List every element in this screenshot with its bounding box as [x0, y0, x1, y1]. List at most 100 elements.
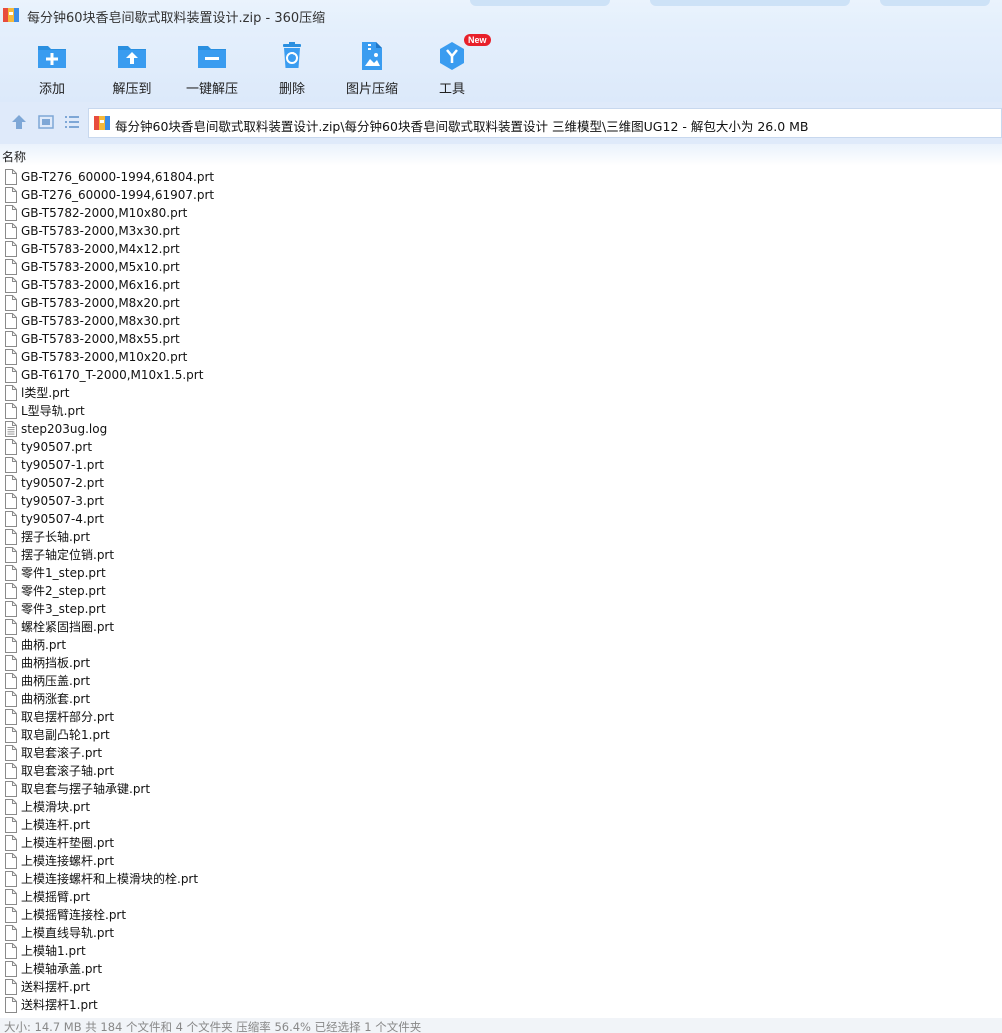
- file-row[interactable]: L型导轨.prt: [0, 402, 1002, 420]
- add-button-label: 添加: [38, 82, 65, 97]
- file-row[interactable]: 上模摇臂.prt: [0, 888, 1002, 906]
- file-row[interactable]: 上模连接螺杆和上模滑块的栓.prt: [0, 870, 1002, 888]
- file-name: 上模摇臂.prt: [21, 890, 91, 904]
- file-row[interactable]: 上模摇臂连接栓.prt: [0, 906, 1002, 924]
- address-bar[interactable]: 每分钟60块香皂间歇式取料装置设计.zip\每分钟60块香皂间歇式取料装置设计 …: [88, 108, 1002, 138]
- tools-button[interactable]: New 工具: [412, 34, 492, 98]
- file-row[interactable]: l类型.prt: [0, 384, 1002, 402]
- file-row[interactable]: GB-T5783-2000,M8x30.prt: [0, 312, 1002, 330]
- file-name: 曲柄涨套.prt: [21, 692, 91, 706]
- file-row[interactable]: 上模轴1.prt: [0, 942, 1002, 960]
- file-row[interactable]: 送料摆杆1.prt: [0, 996, 1002, 1014]
- file-name: 取皂套滚子.prt: [21, 746, 103, 760]
- file-name: ty90507-2.prt: [21, 476, 105, 490]
- file-row[interactable]: GB-T5783-2000,M4x12.prt: [0, 240, 1002, 258]
- delete-button[interactable]: 删除: [252, 38, 332, 98]
- file-row[interactable]: 上模轴承盖.prt: [0, 960, 1002, 978]
- file-icon: [5, 925, 17, 941]
- extract-to-icon: [118, 46, 146, 68]
- file-row[interactable]: 摆子轴定位销.prt: [0, 546, 1002, 564]
- file-row[interactable]: GB-T5783-2000,M8x55.prt: [0, 330, 1002, 348]
- file-row[interactable]: GB-T5783-2000,M3x30.prt: [0, 222, 1002, 240]
- tools-button-label: 工具: [438, 82, 465, 97]
- file-row[interactable]: 零件1_step.prt: [0, 564, 1002, 582]
- file-name: GB-T6170_T-2000,M10x1.5.prt: [21, 368, 204, 382]
- file-row[interactable]: 零件3_step.prt: [0, 600, 1002, 618]
- file-row[interactable]: 取皂套与摆子轴承键.prt: [0, 780, 1002, 798]
- delete-button-label: 删除: [278, 82, 305, 97]
- extract-to-button[interactable]: 解压到: [92, 38, 172, 98]
- file-row[interactable]: GB-T5782-2000,M10x80.prt: [0, 204, 1002, 222]
- file-name: 摆子轴定位销.prt: [21, 548, 115, 562]
- file-row[interactable]: ty90507-4.prt: [0, 510, 1002, 528]
- file-name: 送料摆杆1.prt: [21, 998, 98, 1012]
- file-name: ty90507.prt: [21, 440, 93, 454]
- add-icon: [38, 46, 66, 68]
- file-icon: [5, 853, 17, 869]
- file-icon: [5, 763, 17, 779]
- up-arrow-icon[interactable]: [10, 113, 28, 131]
- file-icon: [5, 835, 17, 851]
- file-row[interactable]: 曲柄涨套.prt: [0, 690, 1002, 708]
- file-row[interactable]: ty90507-3.prt: [0, 492, 1002, 510]
- file-icon: [5, 169, 17, 185]
- file-name: GB-T5783-2000,M10x20.prt: [21, 350, 188, 364]
- file-name: 取皂套滚子轴.prt: [21, 764, 115, 778]
- file-row[interactable]: GB-T5783-2000,M10x20.prt: [0, 348, 1002, 366]
- file-name: 取皂摆杆部分.prt: [21, 710, 115, 724]
- file-row[interactable]: 取皂套滚子轴.prt: [0, 762, 1002, 780]
- file-row[interactable]: step203ug.log: [0, 420, 1002, 438]
- file-name: 上模滑块.prt: [21, 800, 91, 814]
- file-row[interactable]: ty90507-1.prt: [0, 456, 1002, 474]
- file-name: ty90507-4.prt: [21, 512, 105, 526]
- file-name: 曲柄压盖.prt: [21, 674, 91, 688]
- file-row[interactable]: GB-T5783-2000,M5x10.prt: [0, 258, 1002, 276]
- file-row[interactable]: 取皂摆杆部分.prt: [0, 708, 1002, 726]
- file-row[interactable]: 送料摆杆.prt: [0, 978, 1002, 996]
- file-row[interactable]: 上模滑块.prt: [0, 798, 1002, 816]
- file-row[interactable]: 零件2_step.prt: [0, 582, 1002, 600]
- file-row[interactable]: 曲柄.prt: [0, 636, 1002, 654]
- file-icon: [5, 943, 17, 959]
- add-button[interactable]: 添加: [12, 38, 92, 98]
- file-name: l类型.prt: [21, 386, 70, 400]
- file-row[interactable]: ty90507-2.prt: [0, 474, 1002, 492]
- file-icon: [5, 799, 17, 815]
- list-view-icon[interactable]: [63, 113, 81, 131]
- file-icon: [5, 511, 17, 527]
- file-row[interactable]: GB-T6170_T-2000,M10x1.5.prt: [0, 366, 1002, 384]
- file-icon: [5, 313, 17, 329]
- file-row[interactable]: 曲柄压盖.prt: [0, 672, 1002, 690]
- file-name: 取皂副凸轮1.prt: [21, 728, 110, 742]
- file-name: 上模轴1.prt: [21, 944, 86, 958]
- file-row[interactable]: GB-T5783-2000,M8x20.prt: [0, 294, 1002, 312]
- file-icon: [5, 457, 17, 473]
- file-icon: [5, 961, 17, 977]
- image-compress-button[interactable]: 图片压缩: [332, 38, 412, 98]
- file-row[interactable]: 上模直线导轨.prt: [0, 924, 1002, 942]
- file-row[interactable]: 曲柄挡板.prt: [0, 654, 1002, 672]
- file-icon: [5, 655, 17, 671]
- file-row[interactable]: 取皂副凸轮1.prt: [0, 726, 1002, 744]
- file-icon: [5, 871, 17, 887]
- file-name: 上模连接螺杆.prt: [21, 854, 115, 868]
- file-icon: [5, 259, 17, 275]
- file-row[interactable]: 上模连杆垫圈.prt: [0, 834, 1002, 852]
- thumbnail-view-icon[interactable]: [37, 113, 55, 131]
- file-row[interactable]: GB-T5783-2000,M6x16.prt: [0, 276, 1002, 294]
- file-row[interactable]: 摆子长轴.prt: [0, 528, 1002, 546]
- title-bar: 每分钟60块香皂间歇式取料装置设计.zip - 360压缩: [0, 0, 1002, 32]
- file-row[interactable]: 取皂套滚子.prt: [0, 744, 1002, 762]
- file-row[interactable]: ty90507.prt: [0, 438, 1002, 456]
- file-row[interactable]: 上模连杆.prt: [0, 816, 1002, 834]
- file-row[interactable]: GB-T276_60000-1994,61804.prt: [0, 168, 1002, 186]
- file-name: step203ug.log: [21, 422, 108, 436]
- one-click-extract-button[interactable]: 一键解压: [172, 38, 252, 98]
- file-name: GB-T276_60000-1994,61804.prt: [21, 170, 215, 184]
- status-bar: 大小: 14.7 MB 共 184 个文件和 4 个文件夹 压缩率 56.4% …: [0, 1018, 1002, 1033]
- name-column-header[interactable]: 名称: [2, 148, 26, 165]
- file-row[interactable]: 螺栓紧固挡圈.prt: [0, 618, 1002, 636]
- file-name: L型导轨.prt: [21, 404, 85, 418]
- file-row[interactable]: GB-T276_60000-1994,61907.prt: [0, 186, 1002, 204]
- file-row[interactable]: 上模连接螺杆.prt: [0, 852, 1002, 870]
